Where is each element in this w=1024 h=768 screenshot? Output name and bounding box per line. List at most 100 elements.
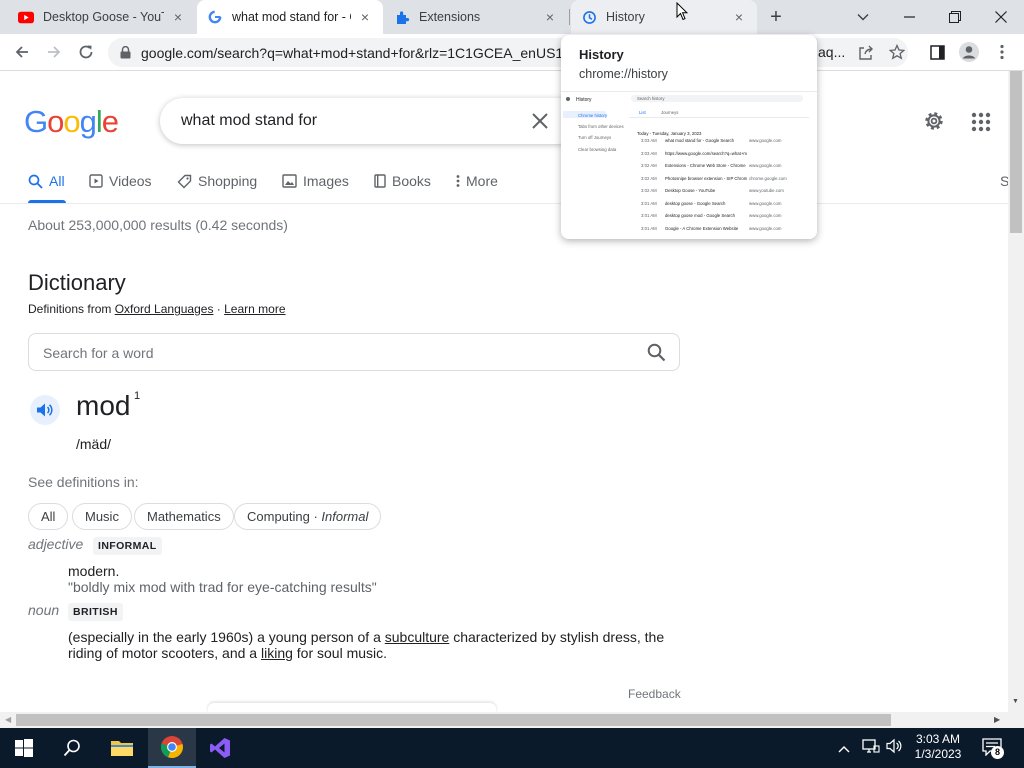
tab-desktop-goose[interactable]: Desktop Goose - YouTube ×: [8, 0, 196, 34]
chrome-menu-button[interactable]: [988, 38, 1016, 66]
folder-icon: [111, 741, 133, 756]
thumb-search-placeholder: Search history: [637, 96, 665, 101]
close-tab-icon[interactable]: ×: [542, 9, 558, 25]
lock-icon[interactable]: [120, 46, 131, 59]
windows-logo-icon: [15, 739, 33, 757]
feedback-link[interactable]: Feedback: [628, 687, 681, 701]
tab-books[interactable]: Books: [374, 171, 431, 191]
tab-videos[interactable]: Videos: [89, 171, 152, 191]
network-icon[interactable]: [862, 738, 880, 759]
chip-label: All: [41, 509, 56, 524]
tab-history[interactable]: History ×: [571, 0, 757, 34]
start-button[interactable]: [0, 728, 48, 768]
dictionary-source: Definitions from Oxford Languages · Lear…: [28, 302, 286, 316]
share-icon[interactable]: [858, 45, 874, 63]
tab-extensions[interactable]: Extensions ×: [384, 0, 568, 34]
tab-more[interactable]: More: [456, 171, 498, 191]
settings-gear-icon[interactable]: [922, 109, 946, 138]
chip-label-italic: Informal: [321, 509, 369, 524]
horizontal-scroll-thumb[interactable]: [16, 714, 891, 726]
scroll-down-arrow-icon[interactable]: ▼: [1012, 698, 1019, 705]
word-search-field[interactable]: Search for a word: [28, 333, 680, 371]
thumb-row-time: 3:02 AM: [641, 175, 657, 181]
pronunciation-speaker-button[interactable]: [30, 395, 60, 425]
taskbar-clock[interactable]: 3:03 AM 1/3/2023: [910, 732, 966, 762]
close-window-button[interactable]: [978, 0, 1024, 34]
chip-label: Computing ·: [247, 509, 322, 524]
chrome-taskbar-button[interactable]: [148, 728, 196, 768]
tab-shopping[interactable]: Shopping: [177, 171, 257, 191]
close-icon: [995, 11, 1007, 23]
definition-fragment: (especially in the early 1960s) a young …: [68, 629, 385, 645]
tab-all[interactable]: All: [28, 171, 65, 191]
google-results-page: Google what mod stand for All Videos Sho…: [0, 71, 1008, 712]
new-tab-button[interactable]: +: [764, 6, 788, 28]
thumb-row-time: 3:02 AM: [641, 163, 657, 168]
thumb-history-row: 3:02 AM Desktop Goose - YouTube www.youtub…: [629, 188, 809, 198]
horizontal-scrollbar[interactable]: ◀ ▶: [0, 712, 1024, 728]
search-button[interactable]: [48, 728, 96, 768]
tab-google-search[interactable]: what mod stand for - Google Search ×: [197, 0, 383, 34]
close-tab-icon[interactable]: ×: [170, 9, 186, 25]
bookmark-star-icon[interactable]: [888, 43, 906, 63]
thumb-row-title: Extensions - Chrome Web Store - Chrome E…: [665, 163, 747, 168]
subculture-link[interactable]: subculture: [385, 629, 450, 645]
chip-all[interactable]: All: [28, 503, 69, 530]
close-tab-icon[interactable]: ×: [357, 9, 373, 25]
thumb-history-row: 3:02 AM Photosnipe browser extension - SI…: [629, 176, 809, 186]
chevron-down-icon: [857, 14, 869, 21]
tab-search-button[interactable]: [840, 0, 886, 34]
restore-button[interactable]: [932, 0, 978, 34]
tools-tab-partial[interactable]: S: [1000, 171, 1008, 191]
learn-more-link[interactable]: Learn more: [224, 302, 285, 316]
oxford-languages-link[interactable]: Oxford Languages: [115, 302, 214, 316]
clock-time: 3:03 AM: [915, 732, 961, 746]
show-hidden-icons-chevron-icon[interactable]: [838, 740, 850, 758]
reload-button[interactable]: [72, 38, 100, 66]
chip-mathematics[interactable]: Mathematics: [134, 503, 234, 530]
chip-computing[interactable]: Computing · Informal: [234, 503, 382, 530]
clear-search-icon[interactable]: [528, 109, 552, 133]
thumb-sidebar-title: History: [576, 97, 592, 103]
search-query-input[interactable]: what mod stand for: [181, 112, 317, 130]
scroll-left-arrow-icon[interactable]: ◀: [5, 715, 11, 724]
thumb-sidebar-item: Turn off Journeys: [578, 135, 612, 140]
tab-label: All: [49, 173, 65, 189]
forward-button[interactable]: [40, 38, 68, 66]
file-explorer-button[interactable]: [98, 728, 146, 768]
hover-card-url: chrome://history: [579, 67, 668, 81]
search-icon[interactable]: [647, 343, 666, 367]
side-panel-button[interactable]: [923, 38, 951, 66]
search-box[interactable]: what mod stand for: [160, 98, 580, 144]
back-button[interactable]: [8, 38, 36, 66]
mouse-cursor-icon: [676, 1, 689, 26]
tab-images[interactable]: Images: [282, 171, 349, 191]
chip-music[interactable]: Music: [72, 503, 132, 530]
visual-studio-button[interactable]: [196, 728, 244, 768]
action-center-button[interactable]: 8: [982, 738, 1004, 761]
tab-strip: Desktop Goose - YouTube × what mod stand…: [0, 0, 1024, 34]
close-tab-icon[interactable]: ×: [731, 9, 747, 25]
profile-button[interactable]: [955, 38, 983, 66]
thumb-sidebar-item: Chrome history: [578, 113, 608, 118]
liking-link[interactable]: liking: [261, 645, 293, 661]
thumb-history-row: 3:03 AM https://www.google.com/search?q=w…: [629, 151, 809, 161]
browser-toolbar: google.com/search?q=what+mod+stand+for&r…: [0, 34, 1024, 71]
google-apps-icon[interactable]: [971, 112, 991, 137]
visual-studio-icon: [210, 738, 230, 758]
vertical-scroll-thumb[interactable]: [1010, 71, 1022, 233]
side-panel-icon: [929, 44, 945, 60]
minimize-button[interactable]: [886, 0, 932, 34]
thumb-row-time: 3:03 AM: [641, 138, 657, 143]
vertical-scrollbar[interactable]: ▲ ▼: [1008, 71, 1024, 712]
expand-card-edge[interactable]: [208, 703, 496, 712]
history-icon: [581, 9, 597, 25]
phonetic: /mäd/: [76, 436, 112, 452]
image-icon: [282, 174, 297, 188]
thumb-history-row: 3:01 AM desktop goose mod - Google Search…: [629, 213, 809, 223]
thumb-row-time: 3:01 AM: [641, 225, 657, 231]
volume-icon[interactable]: [886, 738, 904, 759]
google-logo[interactable]: Google: [24, 104, 119, 140]
scroll-right-arrow-icon[interactable]: ▶: [994, 715, 1000, 724]
search-icon: [28, 174, 43, 189]
